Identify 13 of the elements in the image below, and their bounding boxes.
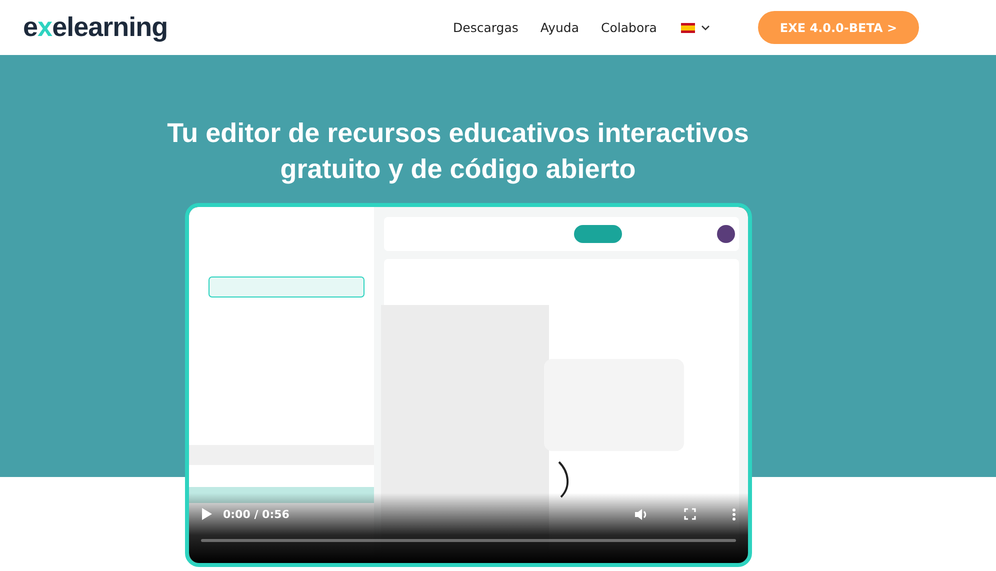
nav-link[interactable]: Colabora: [601, 20, 657, 35]
more-icon[interactable]: [732, 508, 736, 520]
chevron-down-icon: [700, 24, 710, 30]
language-selector[interactable]: [680, 22, 710, 32]
video-time: 0:00 / 0:56: [223, 508, 290, 520]
fullscreen-icon[interactable]: [684, 508, 696, 520]
play-icon[interactable]: [201, 507, 213, 521]
nav-link[interactable]: Descargas: [453, 20, 518, 35]
logo[interactable]: exelearning: [23, 12, 168, 43]
flag-icon: [680, 22, 695, 32]
nav-link[interactable]: Ayuda: [540, 20, 580, 35]
hero-title: Tu editor de recursos educativos interactivos gratuito y de código abierto: [166, 117, 750, 186]
volume-icon[interactable]: [634, 508, 648, 520]
